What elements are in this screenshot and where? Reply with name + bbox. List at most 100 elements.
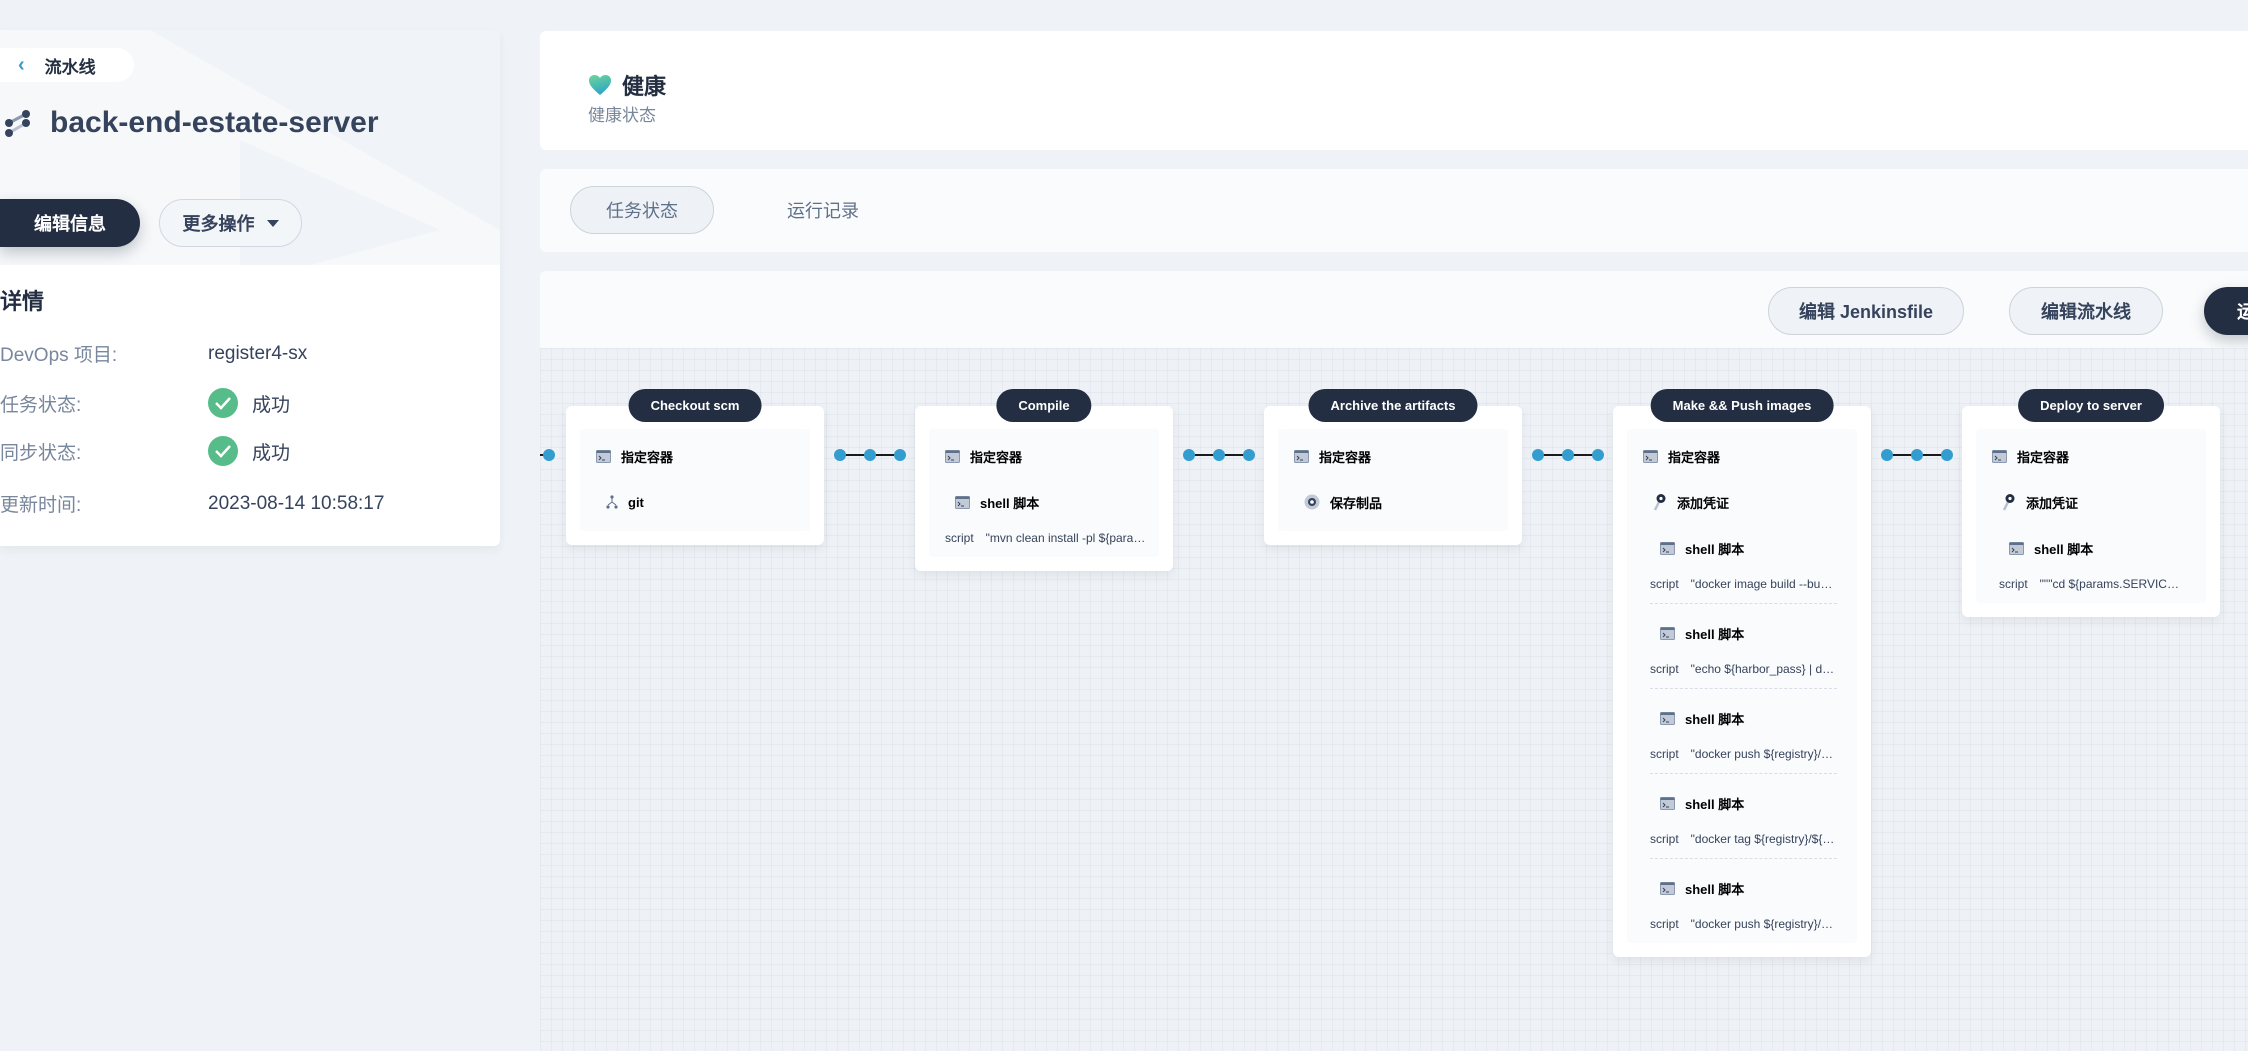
stage-steps: 指定容器 添加凭证 shell 脚本 script "docker image buil… xyxy=(1627,429,1857,943)
container-step[interactable]: 指定容器 xyxy=(929,433,1159,479)
detail-row-sync-status: 同步状态: 成功 xyxy=(0,436,290,466)
credential-step[interactable]: 添加凭证 xyxy=(1627,479,1857,525)
step-label: 指定容器 xyxy=(970,449,1023,465)
details-title: 详情 xyxy=(0,289,45,314)
step-label: 指定容器 xyxy=(2017,449,2070,465)
pipeline-step[interactable]: git xyxy=(580,479,810,525)
credential-step[interactable]: 添加凭证 xyxy=(1976,479,2206,525)
detail-value: 2023-08-14 10:58:17 xyxy=(208,492,385,514)
tab-run-records[interactable]: 运行记录 xyxy=(758,186,888,234)
run-button[interactable]: 运行 xyxy=(2204,287,2248,335)
connector-dot xyxy=(1183,449,1195,461)
terminal-icon xyxy=(955,495,970,509)
pipeline-step[interactable]: shell 脚本 xyxy=(1627,525,1857,571)
stage-steps: 指定容器 shell 脚本 script "mvn clean install -pl… xyxy=(929,429,1159,557)
detail-label: 任务状态: xyxy=(0,394,82,416)
step-label: shell 脚本 xyxy=(1685,881,1745,897)
stage-steps: 指定容器 添加凭证 shell 脚本 script """cd ${params.SER… xyxy=(1976,429,2206,603)
stage-name[interactable]: Deploy to server xyxy=(2018,389,2164,422)
stage-name[interactable]: Compile xyxy=(996,389,1092,422)
connector-dot xyxy=(1911,449,1923,461)
pipeline-step[interactable]: shell 脚本 xyxy=(1627,780,1857,826)
health-value: 健康 xyxy=(622,74,667,99)
detail-label: DevOps 项目: xyxy=(0,345,118,366)
stage-card[interactable]: Archive the artifacts 指定容器保存制品 xyxy=(1264,389,1522,545)
health-card: 健康 健康状态 xyxy=(540,31,2248,150)
script-key: script xyxy=(1650,832,1679,846)
pipeline-toolbar: 编辑 Jenkinsfile 编辑流水线 运行 xyxy=(540,271,2248,348)
back-label: 流水线 xyxy=(44,57,96,77)
pipeline-step[interactable]: shell 脚本 xyxy=(1627,695,1857,741)
stage-name[interactable]: Make && Push images xyxy=(1650,389,1834,422)
stage-card[interactable]: Make && Push images 指定容器 添加凭证 shell 脚本 scrip… xyxy=(1613,389,1871,957)
script-value: "docker push ${registry}/… xyxy=(1690,747,1834,761)
git-branch-icon xyxy=(606,495,618,509)
step-script: script "echo ${harbor_pass} | d… xyxy=(1627,656,1857,682)
terminal-icon xyxy=(945,449,960,463)
pipeline-step[interactable]: shell 脚本 xyxy=(1976,525,2206,571)
detail-row-updated-time: 更新时间: 2023-08-14 10:58:17 xyxy=(0,490,384,517)
terminal-icon xyxy=(1992,449,2007,463)
step-label: shell 脚本 xyxy=(1685,711,1745,727)
back-to-pipelines-button[interactable]: ‹ 流水线 xyxy=(0,48,134,82)
container-step[interactable]: 指定容器 xyxy=(1278,433,1508,479)
pipeline-step[interactable]: shell 脚本 xyxy=(1627,610,1857,656)
step-label: 指定容器 xyxy=(1319,449,1372,465)
detail-row-task-status: 任务状态: 成功 xyxy=(0,388,290,418)
connector-dot xyxy=(1562,449,1574,461)
caret-down-icon xyxy=(266,219,279,227)
more-actions-button[interactable]: 更多操作 xyxy=(159,199,302,247)
health-title: 健康 xyxy=(588,69,666,101)
step-label: shell 脚本 xyxy=(980,495,1040,511)
step-label: shell 脚本 xyxy=(1685,796,1745,812)
stage-card[interactable]: Deploy to server 指定容器 添加凭证 shell 脚本 script ""… xyxy=(1962,389,2220,617)
container-step[interactable]: 指定容器 xyxy=(1976,433,2206,479)
script-key: script xyxy=(1650,747,1679,761)
terminal-icon xyxy=(1643,449,1658,463)
pipeline-info-card: ‹ 流水线 back-end-estate-server 编辑信息 更多操作 详… xyxy=(0,30,500,546)
connector-dot xyxy=(894,449,906,461)
status-value: 成功 xyxy=(252,394,291,416)
script-value: "echo ${harbor_pass} | d… xyxy=(1690,662,1835,676)
stage-name[interactable]: Checkout scm xyxy=(628,389,762,422)
step-script: script "docker push ${registry}/… xyxy=(1627,741,1857,767)
step-script: script "docker image build --bu… xyxy=(1627,571,1857,597)
stage-name[interactable]: Archive the artifacts xyxy=(1308,389,1478,422)
step-script: script "mvn clean install -pl ${para… xyxy=(929,525,1159,551)
tab-task-status[interactable]: 任务状态 xyxy=(570,186,714,234)
success-check-icon xyxy=(208,436,238,466)
pipeline-header: ‹ 流水线 back-end-estate-server 编辑信息 更多操作 xyxy=(0,30,500,265)
pipeline-panel: 编辑 Jenkinsfile 编辑流水线 运行 xyxy=(540,271,2248,1051)
terminal-icon xyxy=(2009,541,2024,555)
script-value: "docker push ${registry}/… xyxy=(1690,917,1834,931)
stage-steps: 指定容器保存制品 xyxy=(1278,429,1508,531)
edit-pipeline-button[interactable]: 编辑流水线 xyxy=(2009,287,2163,335)
script-key: script xyxy=(1999,577,2028,591)
pipeline-icon xyxy=(5,110,30,137)
edit-jenkinsfile-button[interactable]: 编辑 Jenkinsfile xyxy=(1768,287,1964,335)
terminal-icon xyxy=(1660,626,1675,640)
pipeline-step[interactable]: shell 脚本 xyxy=(1627,865,1857,911)
detail-value: register4-sx xyxy=(208,342,308,364)
pipeline-step[interactable]: shell 脚本 xyxy=(929,479,1159,525)
step-divider xyxy=(1650,858,1837,859)
pipeline-step[interactable]: 保存制品 xyxy=(1278,479,1508,525)
container-step[interactable]: 指定容器 xyxy=(1627,433,1857,479)
status-value: 成功 xyxy=(252,442,291,464)
success-check-icon xyxy=(208,388,238,418)
stage-card[interactable]: Compile 指定容器 shell 脚本 script "mvn clean inst… xyxy=(915,389,1173,571)
step-divider xyxy=(1650,603,1837,604)
connector-dot xyxy=(1941,449,1953,461)
detail-label: 更新时间: xyxy=(0,495,82,516)
terminal-icon xyxy=(1660,541,1675,555)
container-step[interactable]: 指定容器 xyxy=(580,433,810,479)
stage-card[interactable]: Checkout scm 指定容器 git xyxy=(566,389,824,545)
step-script: script "docker tag ${registry}/${… xyxy=(1627,826,1857,852)
step-divider xyxy=(1650,688,1837,689)
edit-info-button[interactable]: 编辑信息 xyxy=(0,199,140,247)
script-key: script xyxy=(1650,917,1679,931)
terminal-icon xyxy=(1660,796,1675,810)
connector-dot xyxy=(1243,449,1255,461)
step-label: 指定容器 xyxy=(621,449,674,465)
script-value: "docker tag ${registry}/${… xyxy=(1690,832,1835,846)
